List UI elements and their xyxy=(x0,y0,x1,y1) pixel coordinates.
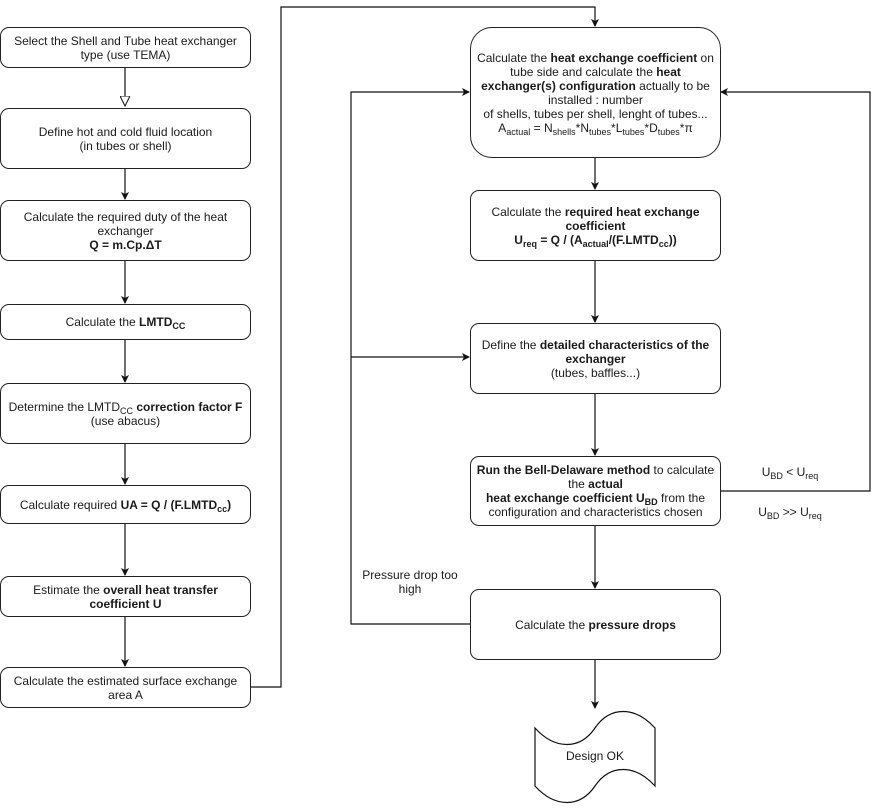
terminal-design-ok: Design OK xyxy=(565,749,625,763)
step-text: Calculate the estimated surface exchange… xyxy=(13,673,238,702)
step-duty[interactable]: Calculate the required duty of the heat … xyxy=(0,200,251,261)
step-fluid-location[interactable]: Define hot and cold fluid location (in tu… xyxy=(0,108,251,169)
step-text: Calculate the required heat exchange coe… xyxy=(491,204,700,249)
step-text: Select the Shell and Tube heat exchanger… xyxy=(14,33,237,62)
step-text: Calculate the pressure drops xyxy=(515,617,676,632)
step-text: Determine the LMTDCC correction factor F… xyxy=(8,399,243,428)
label-ubd-much-greater-than-ureq: UBD >> Ureq xyxy=(758,505,822,521)
label-pressure-drop-too-high: Pressure drop too high xyxy=(362,568,458,596)
step-text: Define hot and cold fluid location (in tu… xyxy=(38,124,213,153)
step-text: Calculate the heat exchange coefficient … xyxy=(477,50,714,137)
step-text: Estimate the overall heat transfer coeff… xyxy=(33,582,218,611)
arrow-pressure-loop xyxy=(350,88,470,625)
step-pressure-drops[interactable]: Calculate the pressure drops xyxy=(470,589,721,660)
step-ua[interactable]: Calculate required UA = Q / (F.LMTDcc) xyxy=(0,485,251,524)
step-estimate-u[interactable]: Estimate the overall heat transfer coeff… xyxy=(0,576,251,617)
step-text: Calculate the required duty of the heat … xyxy=(23,209,228,252)
step-text: Define the detailed characteristics of t… xyxy=(481,337,710,380)
step-text: Calculate required UA = Q / (F.LMTDcc) xyxy=(19,497,232,514)
step-select-type[interactable]: Select the Shell and Tube heat exchanger… xyxy=(0,27,251,68)
arrow-ubd-loop xyxy=(720,88,871,492)
step-detailed-characteristics[interactable]: Define the detailed characteristics of t… xyxy=(470,323,721,394)
step-text: Calculate the LMTDCC xyxy=(65,315,186,331)
step-tube-side[interactable]: Calculate the heat exchange coefficient … xyxy=(470,27,721,158)
step-bell-delaware[interactable]: Run the Bell-Delaware method to calculat… xyxy=(470,456,721,526)
label-ubd-less-than-ureq: UBD < Ureq xyxy=(761,465,819,481)
step-lmtd[interactable]: Calculate the LMTDCC xyxy=(0,304,251,340)
step-text: Run the Bell-Delaware method to calculat… xyxy=(476,463,715,519)
step-correction-factor[interactable]: Determine the LMTDCC correction factor F… xyxy=(0,383,251,444)
step-surface-area[interactable]: Calculate the estimated surface exchange… xyxy=(0,667,251,708)
step-ureq[interactable]: Calculate the required heat exchange coe… xyxy=(470,190,721,261)
